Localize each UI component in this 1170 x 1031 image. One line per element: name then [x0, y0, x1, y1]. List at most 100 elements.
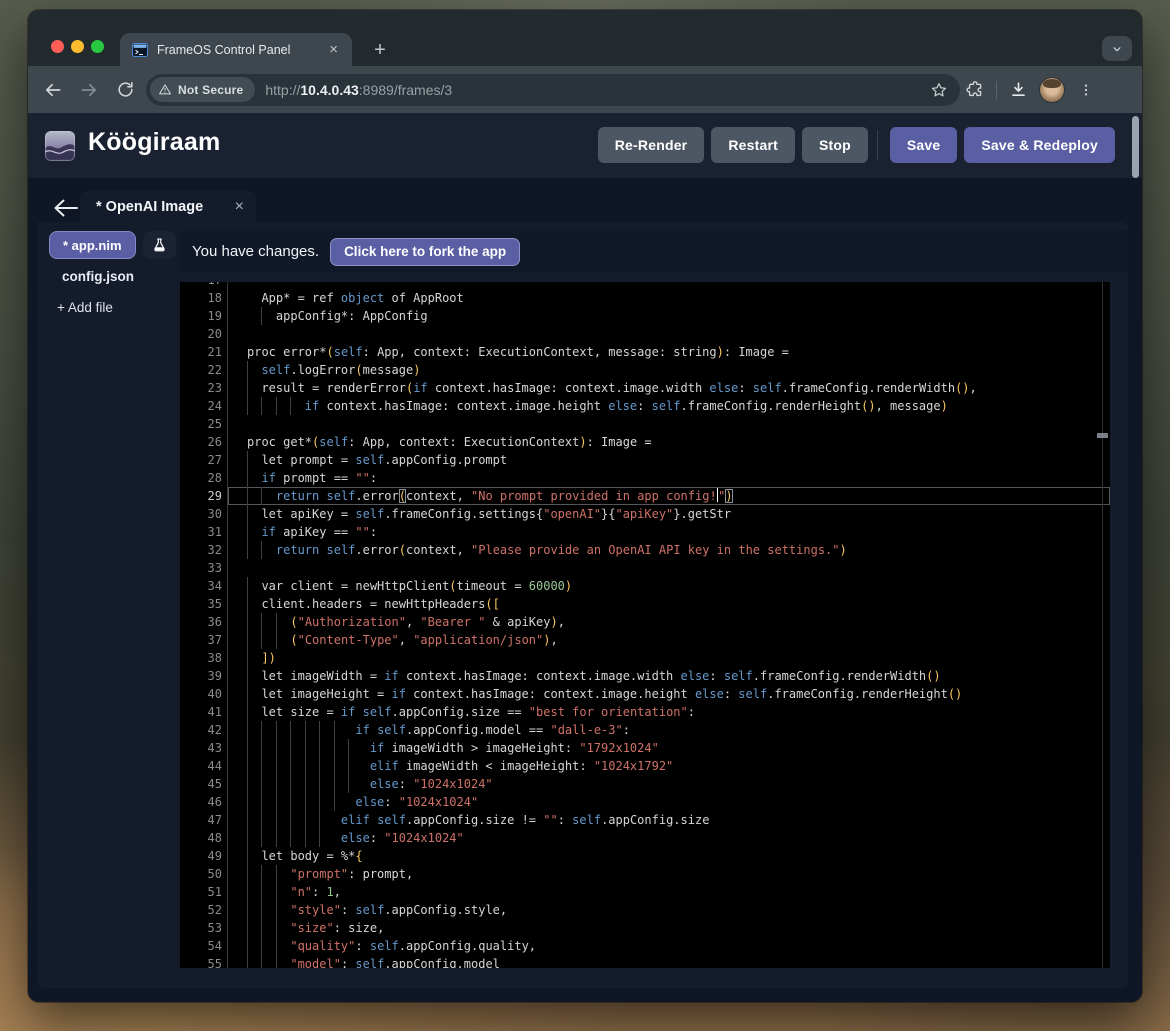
stop-button[interactable]: Stop: [802, 127, 868, 163]
browser-tab[interactable]: FrameOS Control Panel ×: [120, 33, 352, 66]
code-editor[interactable]: 1718 App* = ref object of AppRoot19 appC…: [180, 282, 1110, 968]
indent-guide: [305, 793, 306, 811]
line-code: return self.error(context, "No prompt pr…: [227, 487, 1110, 505]
code-line[interactable]: 38 ]): [180, 649, 1110, 667]
code-line[interactable]: 36 ("Authorization", "Bearer " & apiKey)…: [180, 613, 1110, 631]
code-line[interactable]: 44 elif imageWidth < imageHeight: "1024x…: [180, 757, 1110, 775]
tab-title: FrameOS Control Panel: [157, 43, 325, 57]
line-code: client.headers = newHttpHeaders([: [227, 595, 1110, 613]
line-code: [227, 415, 1110, 433]
code-line[interactable]: 41 let size = if self.appConfig.size == …: [180, 703, 1110, 721]
code-line[interactable]: 22 self.logError(message): [180, 361, 1110, 379]
code-line[interactable]: 18 App* = ref object of AppRoot: [180, 289, 1110, 307]
sidebar-item-app-nim[interactable]: * app.nim: [49, 231, 136, 259]
indent-guide: [247, 361, 248, 379]
code-line[interactable]: 49 let body = %*{: [180, 847, 1110, 865]
downloads-icon[interactable]: [1003, 75, 1033, 105]
browser-menu-kebab-icon[interactable]: [1071, 75, 1101, 105]
line-number: 55: [180, 955, 222, 968]
forward-button[interactable]: [76, 77, 102, 103]
line-code: let imageHeight = if context.hasImage: c…: [227, 685, 1110, 703]
code-line[interactable]: 19 appConfig*: AppConfig: [180, 307, 1110, 325]
code-line[interactable]: 40 let imageHeight = if context.hasImage…: [180, 685, 1110, 703]
code-line[interactable]: 17: [180, 282, 1110, 289]
bookmark-star-icon[interactable]: [930, 81, 948, 99]
new-tab-button[interactable]: +: [366, 36, 394, 64]
code-line[interactable]: 45 else: "1024x1024": [180, 775, 1110, 793]
not-secure-badge[interactable]: Not Secure: [150, 77, 255, 102]
code-line[interactable]: 52 "style": self.appConfig.style,: [180, 901, 1110, 919]
code-line[interactable]: 54 "quality": self.appConfig.quality,: [180, 937, 1110, 955]
reload-button[interactable]: [112, 77, 138, 103]
line-number: 54: [180, 937, 222, 955]
code-line[interactable]: 21proc error*(self: App, context: Execut…: [180, 343, 1110, 361]
code-line[interactable]: 30 let apiKey = self.frameConfig.setting…: [180, 505, 1110, 523]
profile-avatar[interactable]: [1037, 75, 1067, 105]
code-line[interactable]: 37 ("Content-Type", "application/json"),: [180, 631, 1110, 649]
code-line[interactable]: 48 else: "1024x1024": [180, 829, 1110, 847]
code-line[interactable]: 47 elif self.appConfig.size != "": self.…: [180, 811, 1110, 829]
code-line[interactable]: 25: [180, 415, 1110, 433]
sidebar-item-config-json[interactable]: config.json: [62, 269, 134, 284]
indent-guide: [290, 793, 291, 811]
extensions-puzzle-icon[interactable]: [960, 75, 990, 105]
save-redeploy-button[interactable]: Save & Redeploy: [964, 127, 1115, 163]
code-line[interactable]: 31 if apiKey == "":: [180, 523, 1110, 541]
save-button[interactable]: Save: [890, 127, 958, 163]
indent-guide: [276, 955, 277, 968]
code-line[interactable]: 32 return self.error(context, "Please pr…: [180, 541, 1110, 559]
code-line[interactable]: 33: [180, 559, 1110, 577]
line-number: 50: [180, 865, 222, 883]
back-to-frame-button[interactable]: [53, 197, 79, 219]
browser-window: FrameOS Control Panel × + Not Sec: [28, 10, 1142, 1002]
indent-guide: [276, 775, 277, 793]
line-code: proc error*(self: App, context: Executio…: [227, 343, 1110, 361]
window-close-button[interactable]: [51, 40, 64, 53]
indent-guide: [261, 541, 262, 559]
code-line[interactable]: 29 return self.error(context, "No prompt…: [180, 487, 1110, 505]
re-render-button[interactable]: Re-Render: [598, 127, 705, 163]
app-tab-close-icon[interactable]: ×: [235, 198, 244, 216]
flask-icon[interactable]: [143, 231, 176, 259]
code-line[interactable]: 28 if prompt == "":: [180, 469, 1110, 487]
window-zoom-button[interactable]: [91, 40, 104, 53]
indent-guide: [261, 865, 262, 883]
code-line[interactable]: 46 else: "1024x1024": [180, 793, 1110, 811]
code-line[interactable]: 24 if context.hasImage: context.image.he…: [180, 397, 1110, 415]
tab-close-icon[interactable]: ×: [325, 41, 342, 58]
code-line[interactable]: 53 "size": size,: [180, 919, 1110, 937]
indent-guide: [247, 523, 248, 541]
code-lines: 1718 App* = ref object of AppRoot19 appC…: [180, 282, 1110, 968]
page-scrollbar-thumb[interactable]: [1132, 116, 1139, 178]
code-line[interactable]: 51 "n": 1,: [180, 883, 1110, 901]
code-line[interactable]: 34 var client = newHttpClient(timeout = …: [180, 577, 1110, 595]
app-tab-openai-image[interactable]: * OpenAI Image ×: [80, 191, 256, 222]
code-line[interactable]: 43 if imageWidth > imageHeight: "1792x10…: [180, 739, 1110, 757]
back-button[interactable]: [40, 77, 66, 103]
restart-button[interactable]: Restart: [711, 127, 795, 163]
code-line[interactable]: 42 if self.appConfig.model == "dall-e-3"…: [180, 721, 1110, 739]
tab-search-chevron-button[interactable]: [1102, 36, 1132, 61]
indent-guide: [247, 505, 248, 523]
line-number: 26: [180, 433, 222, 451]
indent-guide: [276, 793, 277, 811]
code-line[interactable]: 35 client.headers = newHttpHeaders([: [180, 595, 1110, 613]
fork-app-button[interactable]: Click here to fork the app: [330, 238, 520, 266]
add-file-button[interactable]: + Add file: [57, 300, 113, 315]
url-bar[interactable]: Not Secure http://10.4.0.43:8989/frames/…: [146, 74, 960, 106]
desktop-wallpaper: FrameOS Control Panel × + Not Sec: [0, 0, 1170, 1031]
code-line[interactable]: 26proc get*(self: App, context: Executio…: [180, 433, 1110, 451]
code-line[interactable]: 20: [180, 325, 1110, 343]
window-minimize-button[interactable]: [71, 40, 84, 53]
code-line[interactable]: 39 let imageWidth = if context.hasImage:…: [180, 667, 1110, 685]
line-number: 32: [180, 541, 222, 559]
line-number: 29: [180, 487, 222, 505]
code-line[interactable]: 55 "model": self.appConfig.model: [180, 955, 1110, 968]
editor-scrollbar-thumb[interactable]: [1097, 433, 1108, 438]
code-line[interactable]: 27 let prompt = self.appConfig.prompt: [180, 451, 1110, 469]
indent-guide: [261, 397, 262, 415]
code-line[interactable]: 50 "prompt": prompt,: [180, 865, 1110, 883]
code-line[interactable]: 23 result = renderError(if context.hasIm…: [180, 379, 1110, 397]
indent-guide: [276, 397, 277, 415]
indent-guide: [247, 721, 248, 739]
